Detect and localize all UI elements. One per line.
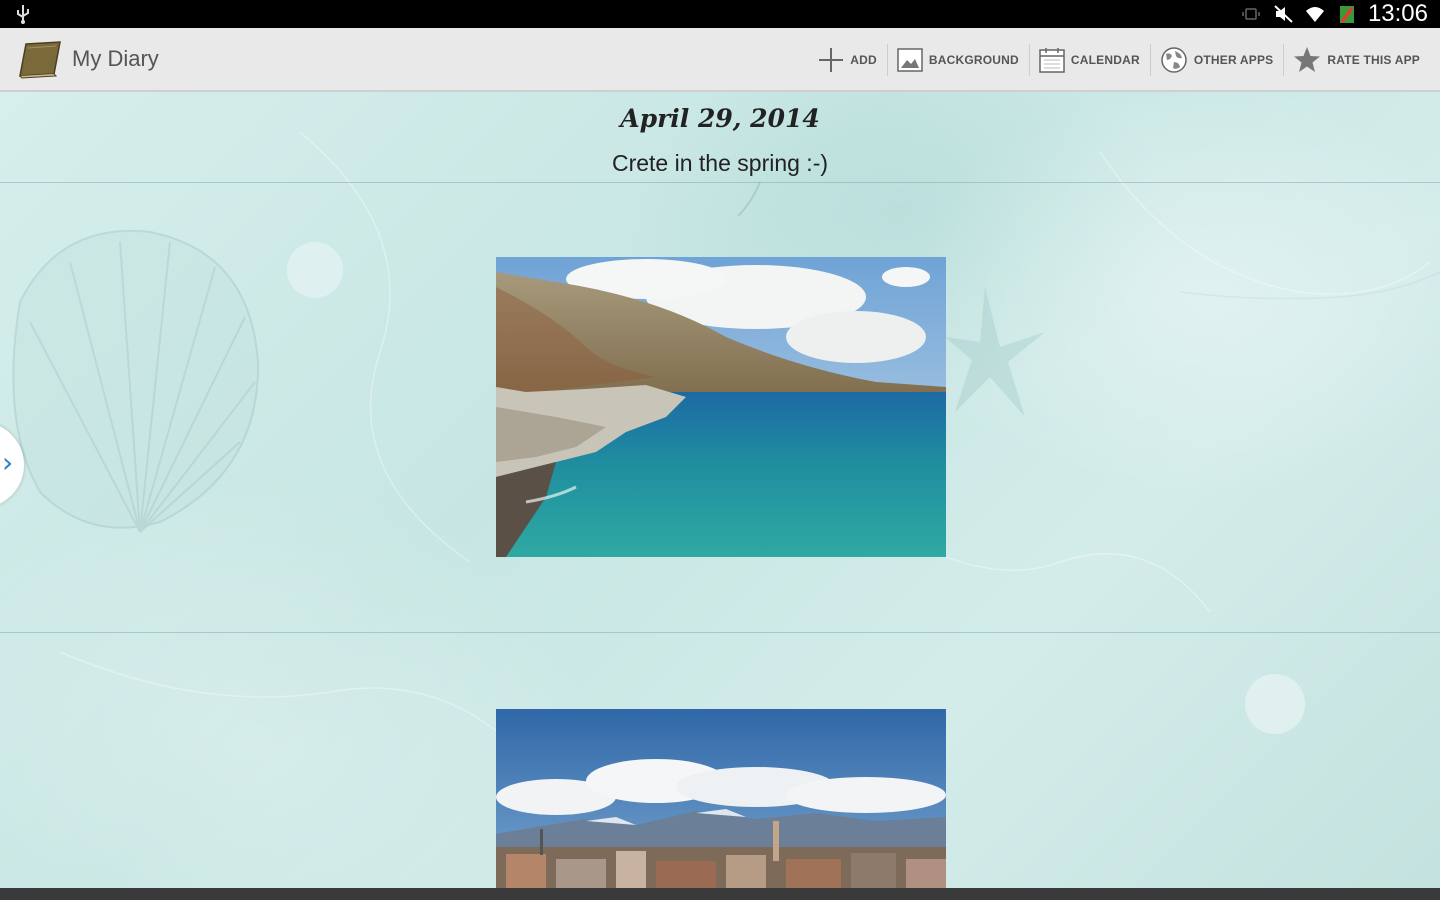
add-button[interactable]: ADD [808, 28, 887, 92]
rate-app-label: RATE THIS APP [1327, 53, 1420, 67]
entry-photo[interactable] [496, 709, 946, 888]
entry-text: Crete in the spring :-) [611, 150, 829, 176]
battery-icon [1339, 6, 1354, 23]
add-label: ADD [850, 53, 877, 67]
other-apps-label: OTHER APPS [1193, 53, 1274, 67]
background-button[interactable]: BACKGROUND [886, 28, 1029, 92]
town-photo [496, 709, 946, 888]
plus-icon [819, 48, 844, 72]
calendar-label: CALENDAR [1070, 53, 1140, 67]
diary-book-icon [19, 41, 61, 79]
status-time: 13:06 [1367, 0, 1428, 27]
star-icon [1294, 47, 1321, 72]
usb-icon [17, 5, 29, 24]
image-icon [897, 48, 923, 72]
globe-icon [1161, 47, 1187, 73]
chevron-right-icon: › [2, 446, 14, 479]
mute-icon [1274, 5, 1293, 23]
status-bar: 13:06 [0, 0, 1440, 28]
entry-date: April 29, 2014 [620, 104, 820, 133]
entry-photo[interactable] [496, 257, 946, 557]
action-bar: My Diary ADD BACKGROUND CALENDAR OTHER A… [0, 28, 1440, 92]
divider [0, 632, 1440, 633]
background-label: BACKGROUND [928, 53, 1019, 67]
vibrate-icon [1242, 8, 1260, 20]
action-menu: ADD BACKGROUND CALENDAR OTHER APPS RATE … [808, 28, 1430, 92]
app-title: My Diary [72, 46, 159, 71]
calendar-button[interactable]: CALENDAR [1028, 28, 1150, 92]
wifi-icon [1305, 7, 1324, 22]
calendar-icon [1039, 48, 1065, 73]
other-apps-button[interactable]: OTHER APPS [1149, 28, 1284, 92]
navigation-bar [0, 888, 1440, 900]
diary-entry-view[interactable]: April 29, 2014 Crete in the spring :-) › [0, 92, 1440, 888]
coastline-photo [496, 257, 946, 557]
divider [0, 182, 1440, 183]
rate-app-button[interactable]: RATE THIS APP [1283, 28, 1430, 92]
